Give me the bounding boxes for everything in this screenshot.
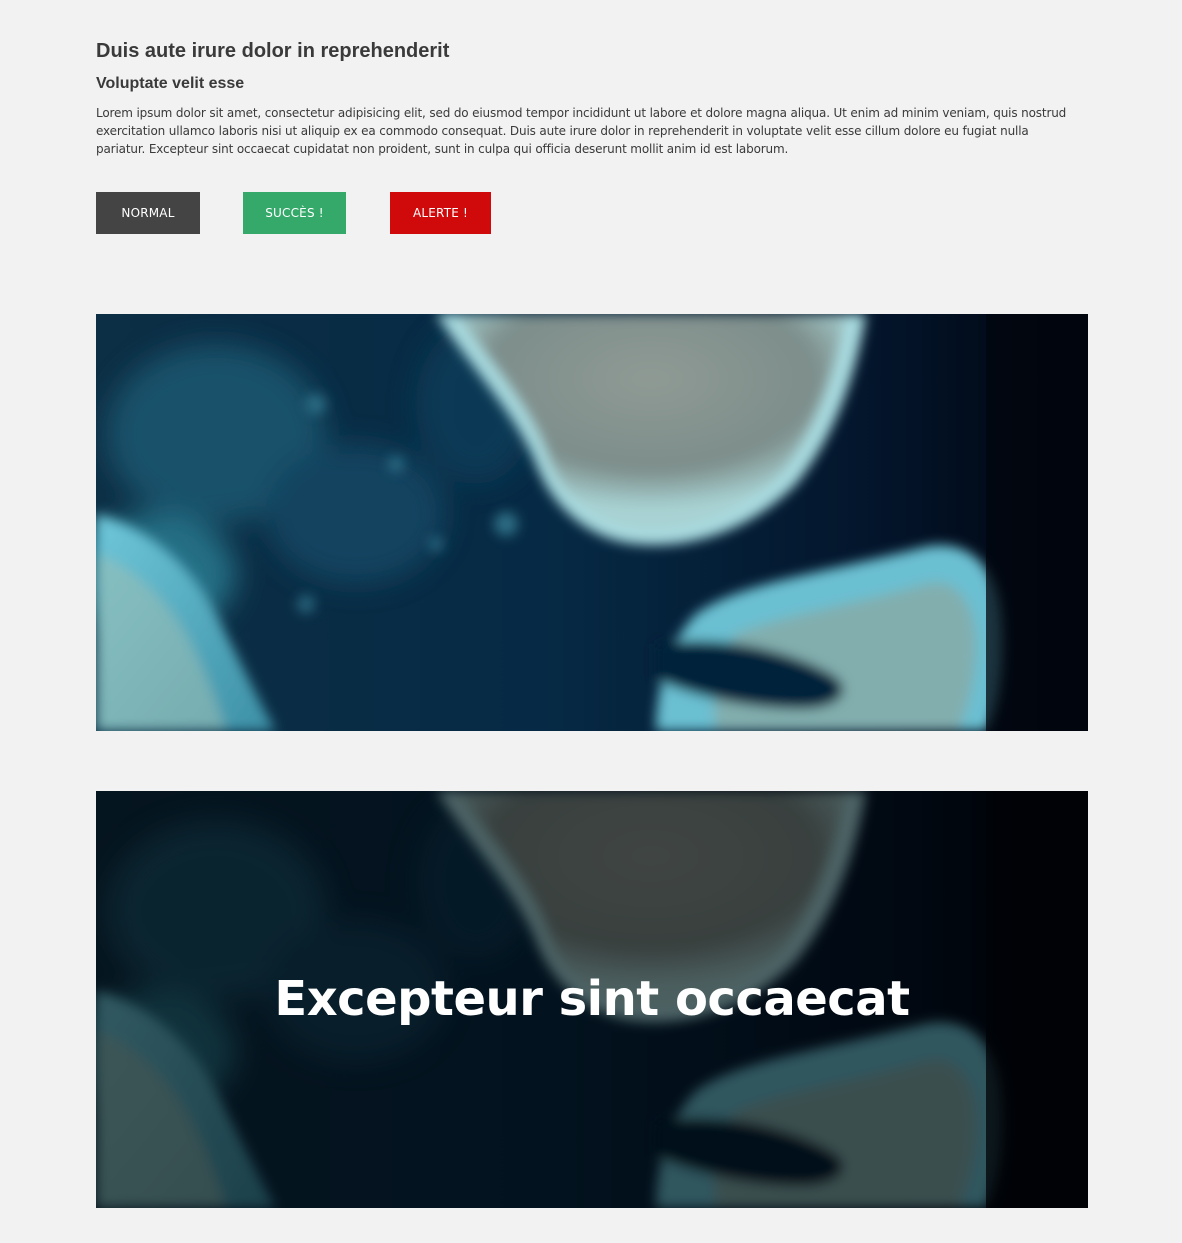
aerial-reef-image xyxy=(96,314,1088,731)
alert-button[interactable]: ALERTE ! xyxy=(390,192,491,234)
body-paragraph: Lorem ipsum dolor sit amet, consectetur … xyxy=(96,106,1067,156)
page-heading: Duis aute irure dolor in reprehenderit xyxy=(96,40,450,62)
success-button[interactable]: SUCCÈS ! xyxy=(243,192,346,234)
banner-title: Excepteur sint occaecat xyxy=(274,971,910,1027)
banner-image xyxy=(96,314,1088,731)
hero-banner: Excepteur sint occaecat xyxy=(96,791,1088,1208)
page-subheading: Voluptate velit esse xyxy=(96,75,245,92)
page: Duis aute irure dolor in reprehenderit V… xyxy=(0,0,1182,1243)
text-section: Duis aute irure dolor in reprehenderit V… xyxy=(96,38,1088,158)
normal-button[interactable]: NORMAL xyxy=(96,192,200,234)
